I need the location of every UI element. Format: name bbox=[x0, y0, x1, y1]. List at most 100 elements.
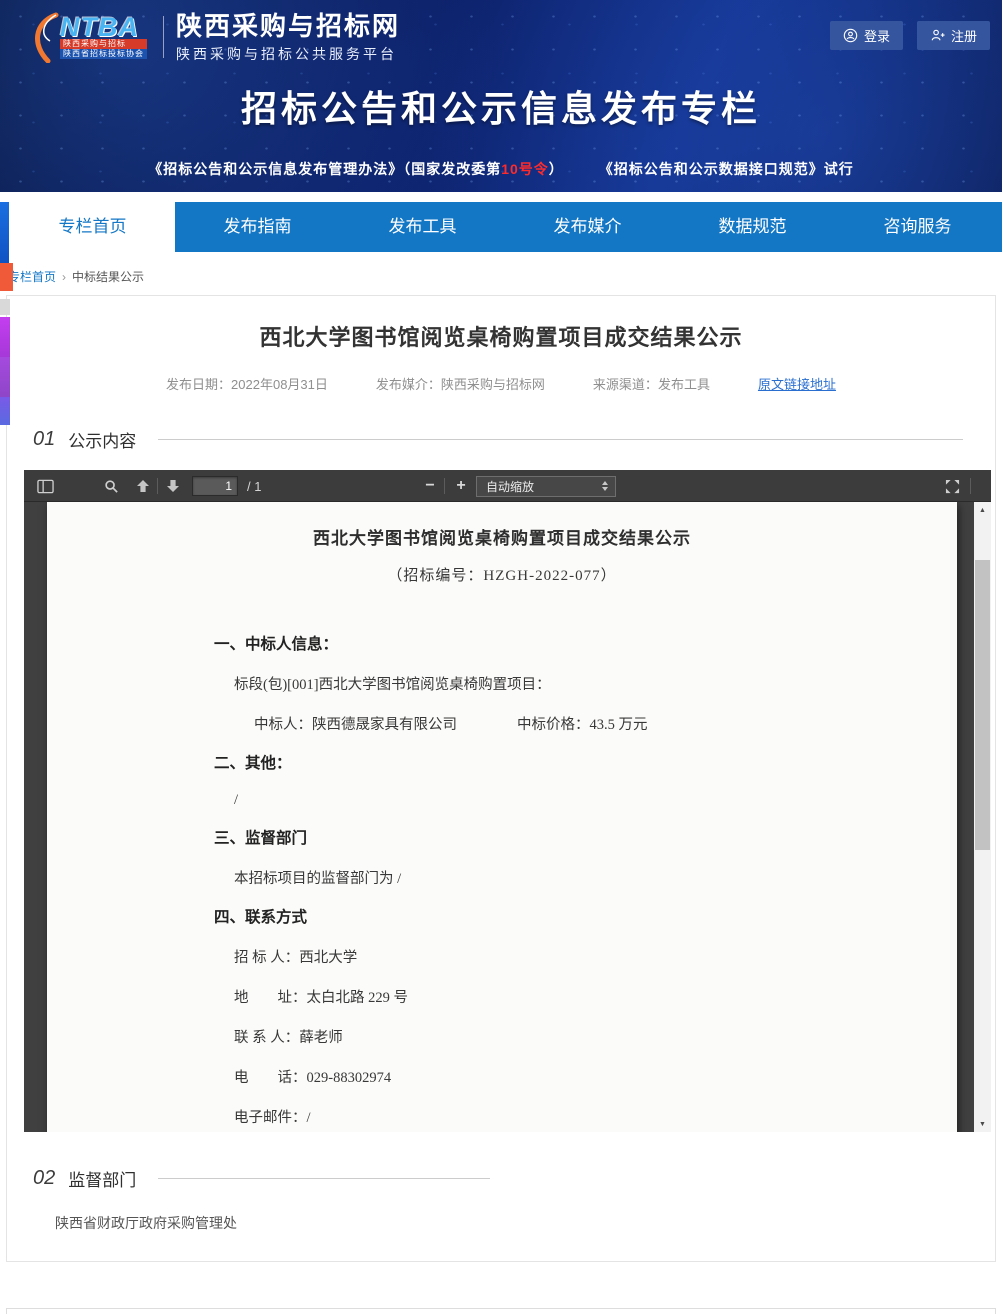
user-circle-icon bbox=[843, 28, 858, 43]
login-label: 登录 bbox=[864, 26, 890, 45]
doc-bid-number: （招标编号：HZGH-2022-077） bbox=[47, 564, 957, 585]
toolbar-divider bbox=[444, 478, 445, 494]
site-title: 陕西采购与招标网 bbox=[176, 11, 400, 41]
find-button[interactable] bbox=[100, 475, 122, 497]
doc-winning-price: 中标价格：43.5 万元 bbox=[517, 713, 648, 734]
doc-title: 西北大学图书馆阅览桌椅购置项目成交结果公示 bbox=[47, 524, 957, 549]
doc-section-heading: 三、监督部门 bbox=[214, 826, 957, 848]
breadcrumb-home-link[interactable]: 专栏首页 bbox=[8, 270, 56, 284]
pdf-viewer: / 1 − + 自动缩放 西北大学图书馆 bbox=[24, 470, 991, 1132]
floating-widget-purple-2[interactable] bbox=[0, 357, 10, 397]
doc-line: 标段(包)[001]西北大学图书馆阅览桌椅购置项目： bbox=[234, 673, 957, 694]
floating-widget-blue[interactable] bbox=[0, 202, 9, 263]
next-content-panel bbox=[6, 1308, 996, 1314]
section-heading-2: 02 监督部门 bbox=[33, 1166, 977, 1191]
header-divider bbox=[163, 16, 164, 58]
section-number: 02 bbox=[33, 1167, 55, 1190]
banner-title: 招标公告和公示信息发布专栏 bbox=[0, 80, 1002, 132]
section-number: 01 bbox=[33, 428, 55, 451]
nav-tab-home[interactable]: 专栏首页 bbox=[10, 202, 175, 252]
pdf-toolbar: / 1 − + 自动缩放 bbox=[24, 470, 991, 502]
pdf-body: 西北大学图书馆阅览桌椅购置项目成交结果公示 （招标编号：HZGH-2022-07… bbox=[24, 502, 991, 1132]
floating-widget-orange[interactable] bbox=[0, 263, 13, 291]
scroll-up-button[interactable]: ▲ bbox=[974, 502, 991, 518]
banner-subtitle-right: 《招标公告和公示数据接口规范》试行 bbox=[606, 161, 854, 177]
nav-tab-publish-guide[interactable]: 发布指南 bbox=[175, 202, 340, 252]
floating-widget-violet[interactable] bbox=[0, 397, 10, 425]
scroll-down-button[interactable]: ▼ bbox=[974, 1116, 991, 1132]
sidebar-toggle-button[interactable] bbox=[34, 475, 56, 497]
content-panel: 西北大学图书馆阅览桌椅购置项目成交结果公示 发布日期：2022年08月31日 发… bbox=[6, 295, 996, 1262]
zoom-select-value: 自动缩放 bbox=[486, 478, 534, 495]
banner-subtitle-red: 10号令 bbox=[501, 161, 549, 177]
floating-widget-purple-1[interactable] bbox=[0, 317, 10, 357]
page-total-label: / 1 bbox=[247, 479, 261, 494]
register-label: 注册 bbox=[951, 26, 977, 45]
presentation-mode-button[interactable] bbox=[941, 475, 963, 497]
nav-tab-data-standard[interactable]: 数据规范 bbox=[670, 202, 835, 252]
section-title: 公示内容 bbox=[68, 427, 136, 452]
breadcrumb-current: 中标结果公示 bbox=[72, 270, 144, 284]
logo-tagline-2: 陕西省招标投标协会 bbox=[60, 49, 147, 59]
register-button[interactable]: 注册 bbox=[917, 21, 990, 50]
doc-section-heading: 四、联系方式 bbox=[214, 905, 957, 927]
banner-subtitle: 《招标公告和公示信息发布管理办法》（国家发改委第10号令） 《招标公告和公示数据接… bbox=[0, 159, 1002, 179]
previous-page-button[interactable] bbox=[132, 475, 154, 497]
doc-line: / bbox=[234, 792, 957, 809]
main-nav: 专栏首页 发布指南 发布工具 发布媒介 数据规范 咨询服务 bbox=[10, 202, 1002, 252]
nav-tab-publish-media[interactable]: 发布媒介 bbox=[505, 202, 670, 252]
doc-section-heading: 一、中标人信息： bbox=[214, 632, 957, 654]
meta-source-channel: 来源渠道：发布工具 bbox=[593, 374, 710, 393]
select-spinner-icon bbox=[602, 481, 608, 491]
doc-section-heading: 二、其他： bbox=[214, 751, 957, 773]
arrow-up-icon bbox=[135, 479, 151, 493]
plus-icon: + bbox=[456, 478, 465, 494]
nav-tab-consult-service[interactable]: 咨询服务 bbox=[835, 202, 1000, 252]
site-title-block: 陕西采购与招标网 陕西采购与招标公共服务平台 bbox=[176, 11, 400, 64]
doc-line: 地 址：太白北路 229 号 bbox=[234, 986, 957, 1007]
site-logo[interactable]: NTBA 陕西采购与招标 陕西省招标投标协会 bbox=[26, 11, 147, 63]
scrollbar-thumb[interactable] bbox=[975, 560, 990, 850]
doc-line: 电 话：029-88302974 bbox=[234, 1066, 957, 1087]
sidebar-toggle-icon bbox=[37, 479, 54, 494]
section-rule bbox=[158, 439, 963, 440]
doc-line: 本招标项目的监督部门为 / bbox=[234, 867, 957, 888]
doc-line: 中标人：陕西德晟家具有限公司 中标价格：43.5 万元 bbox=[254, 713, 957, 734]
section-title: 监督部门 bbox=[68, 1166, 136, 1191]
section-heading-1: 01 公示内容 bbox=[33, 427, 977, 452]
zoom-out-button[interactable]: − bbox=[419, 475, 441, 497]
floating-widget-gray[interactable] bbox=[0, 299, 10, 315]
doc-line: 联 系 人：薛老师 bbox=[234, 1026, 957, 1047]
header-actions: 登录 注册 bbox=[830, 21, 990, 50]
logo-acronym: NTBA bbox=[60, 15, 147, 39]
page-number-input[interactable] bbox=[192, 476, 238, 496]
arrow-down-icon bbox=[165, 479, 181, 493]
article-meta: 发布日期：2022年08月31日 发布媒介：陕西采购与招标网 来源渠道：发布工具… bbox=[7, 374, 995, 393]
meta-publish-date: 发布日期：2022年08月31日 bbox=[166, 374, 328, 393]
login-button[interactable]: 登录 bbox=[830, 21, 903, 50]
minus-icon: − bbox=[425, 478, 434, 494]
banner-subtitle-left: 《招标公告和公示信息发布管理办法》（国家发改委第 bbox=[148, 161, 501, 177]
original-link[interactable]: 原文链接地址 bbox=[758, 374, 836, 393]
user-plus-icon bbox=[930, 28, 945, 43]
zoom-select-dropdown[interactable]: 自动缩放 bbox=[476, 476, 616, 497]
header-top-row: NTBA 陕西采购与招标 陕西省招标投标协会 陕西采购与招标网 陕西采购与招标公… bbox=[0, 0, 1002, 64]
toolbar-divider bbox=[970, 478, 971, 494]
zoom-in-button[interactable]: + bbox=[450, 475, 472, 497]
banner-subtitle-close: ） bbox=[549, 161, 564, 177]
fullscreen-expand-icon bbox=[945, 479, 960, 494]
doc-winner: 中标人：陕西德晟家具有限公司 bbox=[254, 713, 457, 734]
site-header: NTBA 陕西采购与招标 陕西省招标投标协会 陕西采购与招标网 陕西采购与招标公… bbox=[0, 0, 1002, 192]
supervision-department: 陕西省财政厅政府采购管理处 bbox=[55, 1213, 995, 1233]
nav-tab-publish-tools[interactable]: 发布工具 bbox=[340, 202, 505, 252]
next-page-button[interactable] bbox=[162, 475, 184, 497]
doc-line: 电子邮件：/ bbox=[234, 1106, 957, 1127]
breadcrumb-separator: › bbox=[62, 270, 66, 284]
section-rule bbox=[158, 1178, 490, 1179]
pdf-scrollbar[interactable]: ▲ ▼ bbox=[974, 502, 991, 1132]
toolbar-divider bbox=[157, 478, 158, 494]
search-icon bbox=[104, 479, 119, 494]
pdf-page: 西北大学图书馆阅览桌椅购置项目成交结果公示 （招标编号：HZGH-2022-07… bbox=[47, 502, 957, 1132]
breadcrumb: 专栏首页 › 中标结果公示 bbox=[0, 252, 1002, 295]
doc-line: 招 标 人：西北大学 bbox=[234, 946, 957, 967]
